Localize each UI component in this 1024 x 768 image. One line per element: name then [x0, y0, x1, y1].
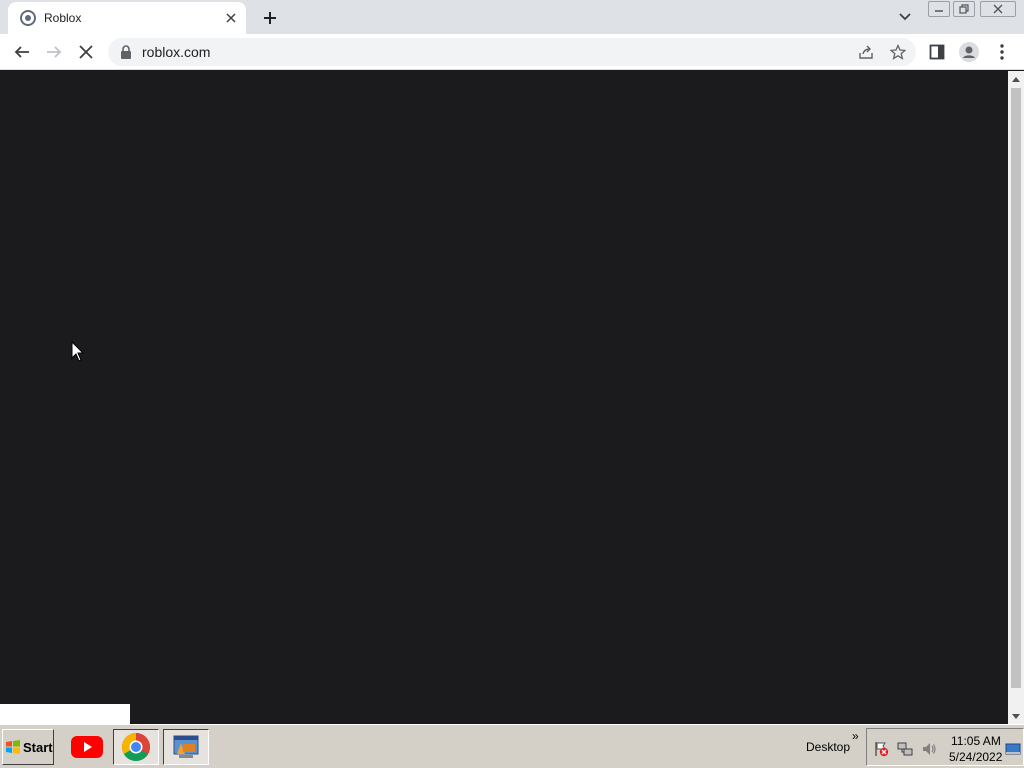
chrome-taskbar-button[interactable]	[113, 729, 159, 765]
profile-icon	[959, 42, 979, 62]
close-icon	[993, 4, 1003, 14]
lock-icon[interactable]	[120, 45, 132, 59]
share-button[interactable]	[856, 42, 876, 62]
chrome-icon	[122, 733, 150, 761]
scroll-up-button[interactable]	[1008, 71, 1024, 87]
restore-icon	[959, 4, 969, 14]
page-content[interactable]	[0, 71, 1008, 724]
action-center-flag-icon[interactable]	[873, 741, 889, 757]
new-tab-button[interactable]	[258, 6, 282, 30]
plus-icon	[264, 12, 276, 24]
clock-date[interactable]: 5/24/2022	[949, 750, 1002, 764]
tab-search-button[interactable]	[894, 6, 916, 28]
scroll-down-button[interactable]	[1008, 708, 1024, 724]
minimize-icon	[935, 10, 943, 12]
triangle-down-icon	[1012, 713, 1020, 719]
network-icon[interactable]	[897, 741, 913, 757]
minimize-button[interactable]	[928, 1, 950, 17]
scroll-thumb[interactable]	[1011, 88, 1021, 688]
clock-time[interactable]: 11:05 AM	[951, 734, 1001, 748]
mouse-cursor-icon	[71, 341, 85, 362]
windows-logo-icon	[6, 740, 20, 754]
roblox-favicon-icon	[20, 10, 36, 26]
desktop-toolbar-label[interactable]: Desktop	[806, 740, 850, 754]
address-bar[interactable]: roblox.com	[108, 38, 916, 66]
close-icon	[79, 45, 93, 59]
page-bottom-strip	[0, 704, 130, 724]
tab-close-button[interactable]	[222, 9, 240, 27]
arrow-left-icon	[14, 46, 29, 58]
stop-loading-button[interactable]	[73, 39, 99, 65]
youtube-taskbar-button[interactable]	[64, 729, 110, 765]
chevron-down-icon	[899, 13, 911, 21]
app-taskbar-button[interactable]	[163, 729, 209, 765]
volume-icon[interactable]	[921, 741, 937, 757]
youtube-icon	[71, 736, 103, 758]
tab-roblox[interactable]: Roblox	[8, 2, 246, 34]
browser-toolbar: roblox.com	[0, 34, 1024, 70]
restore-button[interactable]	[953, 1, 975, 17]
close-icon	[226, 13, 236, 23]
share-icon	[859, 45, 873, 59]
arrow-right-icon	[47, 46, 62, 58]
side-panel-button[interactable]	[924, 39, 950, 65]
profile-button[interactable]	[956, 39, 982, 65]
url-text[interactable]: roblox.com	[142, 44, 210, 60]
triangle-up-icon	[1012, 76, 1020, 82]
start-label: Start	[23, 739, 53, 755]
tab-title: Roblox	[44, 11, 82, 25]
bookmark-button[interactable]	[888, 42, 908, 62]
menu-button[interactable]	[989, 39, 1015, 65]
forward-button[interactable]	[41, 39, 67, 65]
application-window-icon	[173, 735, 199, 758]
tab-strip: Roblox	[0, 0, 1024, 34]
side-panel-icon	[929, 44, 945, 60]
back-button[interactable]	[9, 39, 35, 65]
show-desktop-icon[interactable]	[1005, 741, 1021, 757]
taskbar: Start Desktop » 11:05 AM 5/24/2022	[0, 724, 1024, 768]
page-scrollbar[interactable]	[1008, 71, 1024, 724]
start-button[interactable]: Start	[2, 729, 54, 765]
system-tray: 11:05 AM 5/24/2022	[866, 728, 1024, 766]
window-close-button[interactable]	[980, 1, 1016, 17]
double-chevron-icon[interactable]: »	[852, 729, 859, 743]
three-dot-menu-icon	[1000, 44, 1004, 60]
star-icon	[890, 44, 906, 60]
